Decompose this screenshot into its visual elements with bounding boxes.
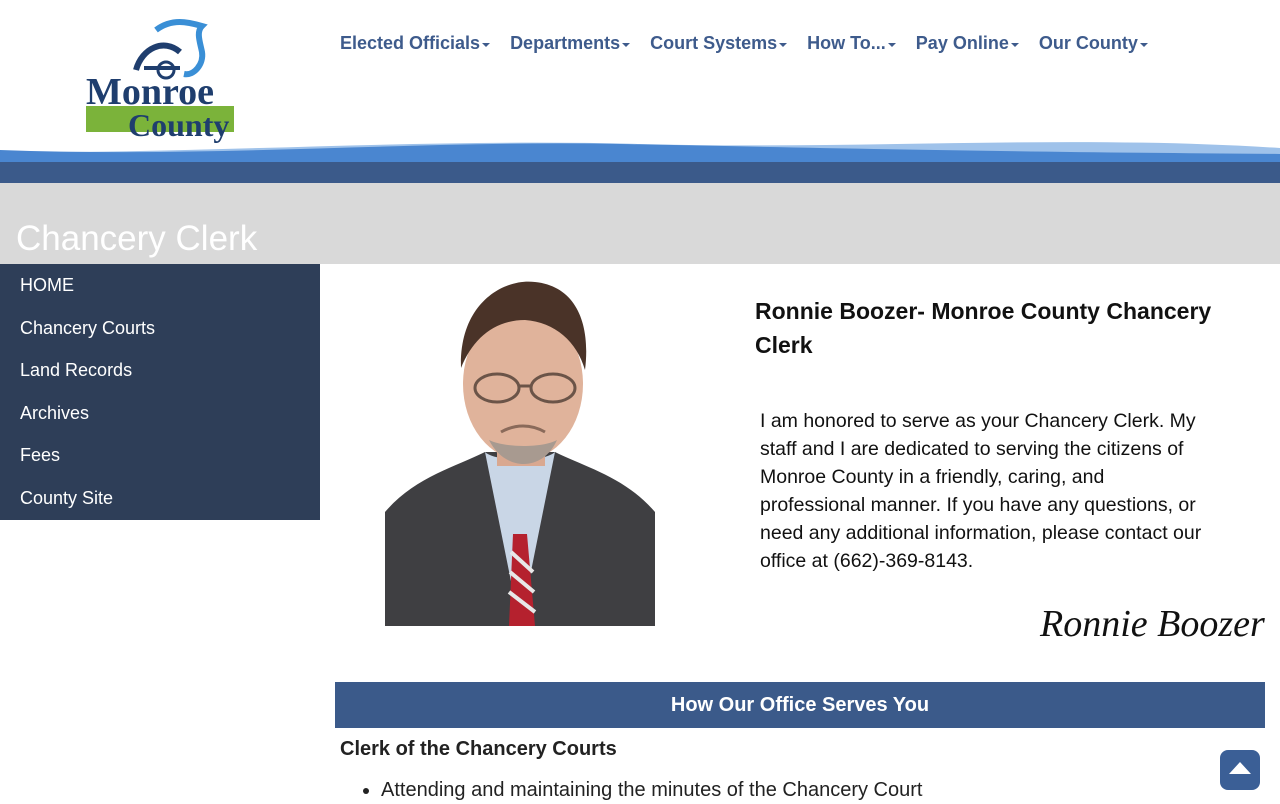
site-logo[interactable]: Monroe County [84,18,244,146]
sidebar-item-chancery-courts[interactable]: Chancery Courts [0,307,320,350]
signature-text: Ronnie Boozer [1039,603,1265,645]
nav-elected-officials[interactable]: Elected Officials [340,33,491,54]
page-title-band: Chancery Clerk [0,183,1280,264]
sidebar-item-fees[interactable]: Fees [0,434,320,477]
chevron-down-icon [1139,43,1148,47]
nav-pay-online[interactable]: Pay Online [916,33,1019,54]
sidebar-menu: HOME Chancery Courts Land Records Archiv… [0,264,320,520]
section-subheading: Clerk of the Chancery Courts [340,738,617,760]
nav-how-to[interactable]: How To... [807,33,896,54]
chevron-down-icon [1010,43,1019,47]
nav-label: Our County [1038,33,1138,53]
main-nav: Elected Officials Departments Court Syst… [340,33,1168,54]
clerk-photo [385,272,655,626]
chevron-down-icon [622,43,631,47]
back-to-top-button[interactable] [1220,750,1260,790]
nav-departments[interactable]: Departments [510,33,631,54]
portrait-graphic [385,281,655,626]
sidebar-item-home[interactable]: HOME [0,264,320,307]
nav-label: Elected Officials [340,33,481,53]
bio-heading: Ronnie Boozer- Monroe County Chancery Cl… [755,298,1212,358]
chevron-down-icon [887,43,896,47]
section-header: How Our Office Serves You [335,682,1265,728]
nav-label: Pay Online [915,33,1009,53]
bio-text: I am honored to serve as your Chancery C… [760,410,1202,572]
sidebar-item-county-site[interactable]: County Site [0,477,320,520]
chevron-down-icon [779,43,788,47]
sidebar-item-archives[interactable]: Archives [0,392,320,435]
page-title: Chancery Clerk [16,219,258,258]
nav-our-county[interactable]: Our County [1039,33,1148,54]
signature-image: Ronnie Boozer [1038,598,1270,658]
chevron-down-icon [482,43,491,47]
nav-court-systems[interactable]: Court Systems [650,33,788,54]
site-header: Monroe County Elected Officials Departme… [0,0,1280,183]
arrow-up-icon [1229,762,1251,774]
nav-label: How To... [807,33,886,53]
logo-graphic: Monroe County [86,19,234,143]
sidebar-item-land-records[interactable]: Land Records [0,349,320,392]
header-wave [0,142,1280,183]
nav-label: Departments [510,33,621,53]
nav-label: Court Systems [650,33,778,53]
